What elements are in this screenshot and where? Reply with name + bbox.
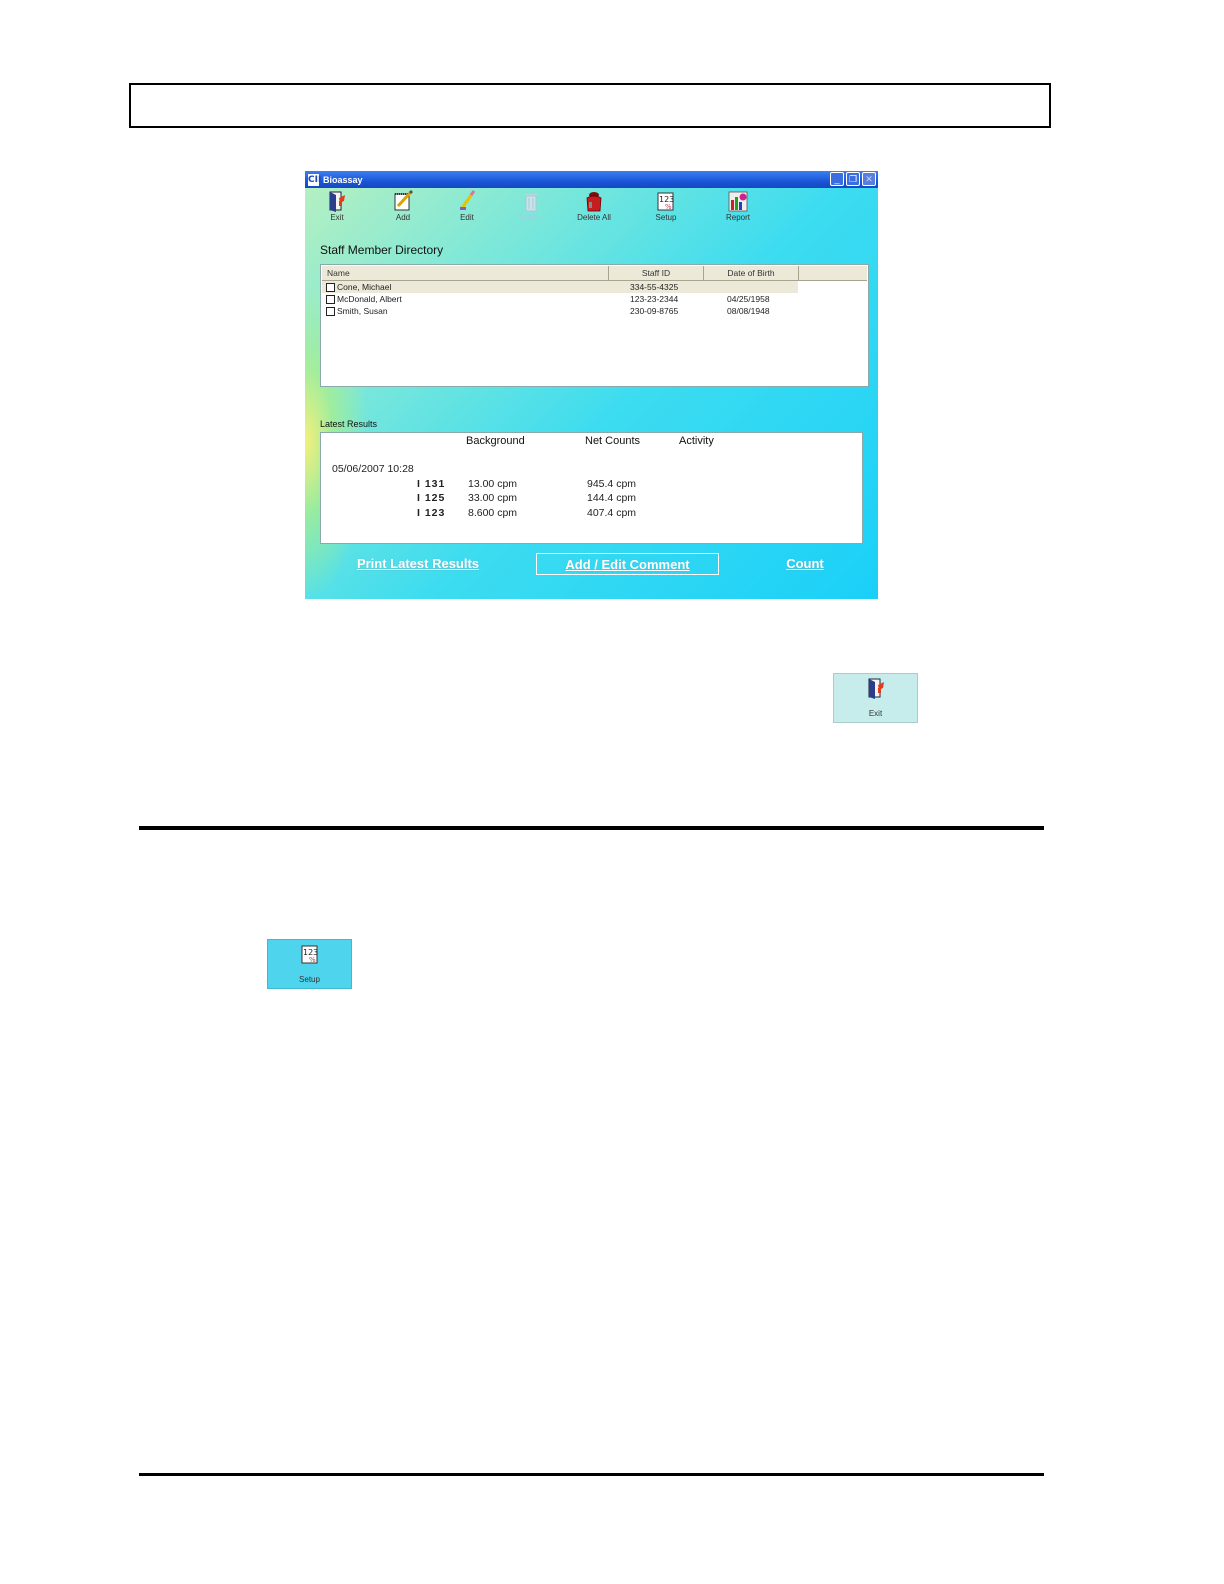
exit-door-icon: [865, 677, 887, 699]
window-title: Bioassay: [323, 174, 363, 185]
background-value: 33.00 cpm: [468, 492, 518, 504]
isotope-label: I 123: [417, 507, 446, 519]
section-divider: [139, 826, 1044, 830]
row-checkbox[interactable]: [326, 307, 335, 316]
toolbar: Exit Add Edit Delete Delete All 123 % Se…: [305, 189, 878, 229]
eraser-pencil-icon: [456, 190, 478, 212]
activity-header: Activity: [679, 435, 714, 447]
trash-can-icon: [520, 190, 542, 212]
close-icon[interactable]: ✕: [862, 172, 876, 186]
row-checkbox[interactable]: [326, 295, 335, 304]
setup-snippet-label: Setup: [299, 975, 320, 984]
row-checkbox[interactable]: [326, 283, 335, 292]
svg-text:%: %: [309, 956, 316, 964]
trash-bag-icon: [583, 190, 605, 212]
toolbar-label: Add: [395, 213, 411, 222]
footer-divider: [139, 1473, 1044, 1476]
svg-text:%: %: [665, 203, 672, 211]
staff-name: Smith, Susan: [337, 306, 388, 316]
title-bar[interactable]: CII Bioassay _ ❐ ✕: [305, 171, 878, 188]
list-item[interactable]: Cone, Michael 334-55-4325: [322, 281, 867, 293]
list-item[interactable]: Smith, Susan 230-09-8765 08/08/1948: [322, 305, 867, 317]
exit-button[interactable]: Exit: [312, 190, 362, 222]
window-controls: _ ❐ ✕: [830, 172, 876, 186]
setup-button-snippet: 123 % Setup: [267, 939, 352, 989]
results-timestamp: 05/06/2007 10:28: [332, 463, 414, 475]
staff-dob: 08/08/1948: [727, 306, 770, 316]
toolbar-label: Setup: [655, 213, 677, 222]
staff-name: McDonald, Albert: [337, 294, 402, 304]
results-panel: Background Net Counts Activity 05/06/200…: [320, 432, 863, 544]
restore-icon[interactable]: ❐: [846, 172, 860, 186]
print-results-button[interactable]: Print Latest Results: [348, 553, 488, 575]
minimize-icon[interactable]: _: [830, 172, 844, 186]
column-header-name[interactable]: Name: [322, 266, 609, 280]
delete-button[interactable]: Delete: [506, 190, 556, 222]
exit-snippet-label: Exit: [868, 709, 883, 718]
add-button[interactable]: Add: [378, 189, 428, 222]
toolbar-label: Report: [725, 213, 750, 222]
edit-button[interactable]: Edit: [442, 190, 492, 222]
count-button[interactable]: Count: [775, 553, 835, 575]
isotope-label: I 131: [417, 478, 446, 490]
directory-title: Staff Member Directory: [320, 243, 444, 257]
column-header-dob[interactable]: Date of Birth: [704, 266, 799, 280]
net-counts-value: 144.4 cpm: [587, 492, 637, 504]
results-title: Latest Results: [320, 419, 378, 429]
background-value: 8.600 cpm: [468, 507, 518, 519]
staff-dob: 04/25/1958: [727, 294, 770, 304]
staff-id: 123-23-2344: [630, 294, 679, 304]
staff-id: 230-09-8765: [630, 306, 679, 316]
list-header: Name Staff ID Date of Birth: [322, 266, 867, 281]
background-value: 13.00 cpm: [468, 478, 518, 490]
delete-all-button[interactable]: Delete All: [569, 190, 619, 222]
report-chart-icon: [727, 190, 749, 212]
staff-id: 334-55-4325: [630, 282, 679, 292]
app-logo-icon: CII: [308, 173, 322, 186]
toolbar-label: Delete: [519, 213, 543, 222]
list-item[interactable]: McDonald, Albert 123-23-2344 04/25/1958: [322, 293, 867, 305]
staff-name: Cone, Michael: [337, 282, 392, 292]
exit-door-icon: [326, 190, 348, 212]
background-header: Background: [466, 435, 525, 447]
net-counts-value: 945.4 cpm: [587, 478, 637, 490]
column-header-staff-id[interactable]: Staff ID: [609, 266, 704, 280]
exit-button-snippet: Exit: [833, 673, 918, 723]
isotope-label: I 125: [417, 492, 446, 504]
page-header-box: [129, 83, 1051, 128]
setup-button[interactable]: 123 % Setup: [641, 190, 691, 222]
toolbar-label: Delete All: [577, 213, 611, 222]
add-edit-comment-button[interactable]: Add / Edit Comment: [536, 553, 719, 575]
bioassay-window: CII Bioassay _ ❐ ✕ Exit Add Edit Delete …: [305, 171, 878, 599]
setup-123-icon: 123 %: [299, 943, 321, 965]
setup-123-icon: 123 %: [655, 190, 677, 212]
report-button[interactable]: Report: [713, 190, 763, 222]
notepad-pencil-icon: [392, 189, 414, 212]
net-counts-value: 407.4 cpm: [587, 507, 637, 519]
net-counts-header: Net Counts: [585, 435, 641, 447]
staff-list[interactable]: Name Staff ID Date of Birth Cone, Michae…: [320, 264, 869, 387]
toolbar-label: Edit: [460, 213, 474, 222]
toolbar-label: Exit: [330, 213, 344, 222]
